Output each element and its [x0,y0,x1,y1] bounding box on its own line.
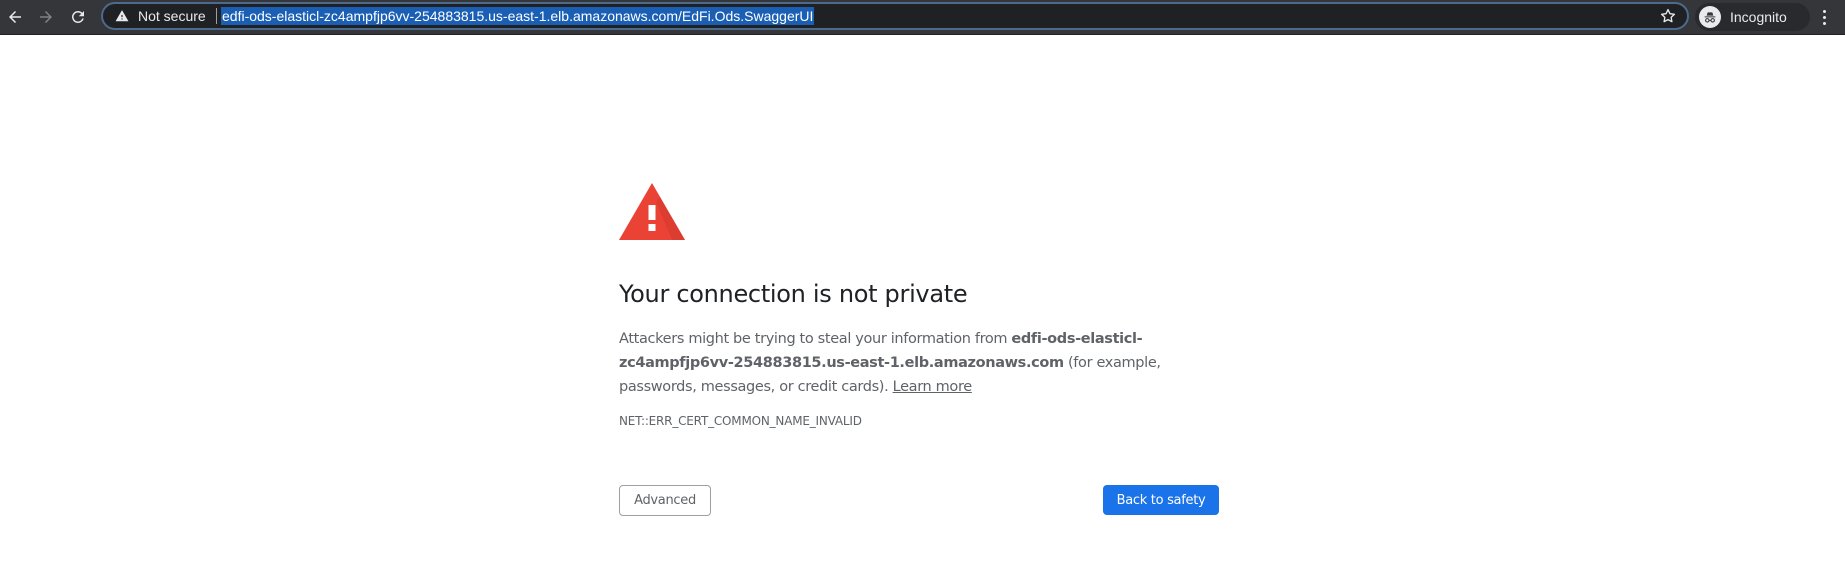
star-icon[interactable] [1659,7,1677,25]
forward-button[interactable] [33,4,59,30]
back-button[interactable] [2,4,28,30]
security-label: Not secure [138,8,206,24]
reload-button[interactable] [65,4,91,30]
arrow-right-icon [40,11,52,23]
address-bar[interactable]: Not secure edfi-ods-elasticl-zc4ampfjp6v… [101,2,1689,30]
description-prefix: Attackers might be trying to steal your … [619,331,1012,347]
warning-triangle-icon [115,10,129,22]
advanced-button[interactable]: Advanced [619,485,711,516]
back-to-safety-button[interactable]: Back to safety [1103,485,1219,515]
incognito-icon [1699,6,1721,28]
reload-icon [71,10,84,23]
learn-more-link[interactable]: Learn more [893,379,973,395]
kebab-menu-icon[interactable] [1818,6,1830,28]
page-title: Your connection is not private [619,280,968,308]
profile-label: Incognito [1730,9,1787,25]
error-description: Attackers might be trying to steal your … [619,327,1219,399]
profile-button[interactable]: Incognito [1695,3,1810,31]
omnibox-divider [216,8,217,24]
url-text[interactable]: edfi-ods-elasticl-zc4ampfjp6vv-254883815… [221,7,815,25]
arrow-left-icon [9,11,21,23]
warning-triangle-icon [619,183,685,240]
browser-toolbar: Not secure edfi-ods-elasticl-zc4ampfjp6v… [0,0,1845,35]
error-code: NET::ERR_CERT_COMMON_NAME_INVALID [619,414,862,428]
security-indicator[interactable]: Not secure [115,4,206,28]
